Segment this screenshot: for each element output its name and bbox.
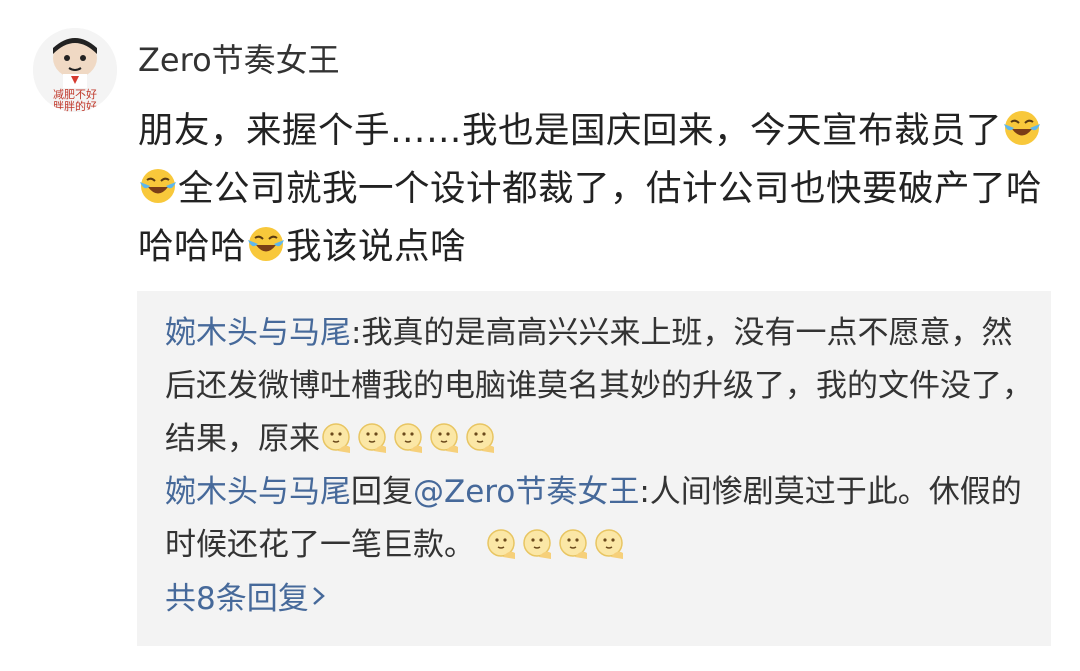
more-replies-link[interactable]: 共8条回复 <box>165 574 329 624</box>
reply-item[interactable]: 婉木头与马尾:我真的是高高兴兴来上班，没有一点不愿意，然后还发微博吐槽我的电脑谁… <box>165 307 1035 466</box>
avatar[interactable]: 减肥不好 胖胖的好 <box>33 28 117 112</box>
reply-mention[interactable]: @Zero节奏女王 <box>413 474 639 510</box>
avatar-text-1: 减肥不好 <box>53 87 97 101</box>
laugh-cry-emoji <box>248 227 285 261</box>
avatar-text-2: 胖胖的好 <box>53 99 97 112</box>
comment-text: 朋友，来握个手……我也是国庆回来，今天宣布裁员了 全公司就我一个设计都裁了，估计… <box>138 102 1043 276</box>
thinking-emoji-group <box>320 421 500 457</box>
thinking-face-emoji <box>523 529 551 559</box>
comment-part-1: 朋友，来握个手……我也是国庆回来，今天宣布裁员了 <box>138 110 1003 151</box>
thinking-face-emoji <box>322 423 350 453</box>
thinking-face-emoji <box>466 423 494 453</box>
reply-author[interactable]: 婉木头与马尾 <box>165 315 351 351</box>
thinking-face-emoji <box>430 423 458 453</box>
thinking-face-emoji <box>358 423 386 453</box>
thinking-face-emoji <box>595 529 623 559</box>
thinking-face-emoji <box>394 423 422 453</box>
thinking-face-emoji <box>487 529 515 559</box>
laugh-cry-emoji <box>1004 111 1041 145</box>
reply-item[interactable]: 婉木头与马尾回复@Zero节奏女王:人间惨剧莫过于此。休假的时候还花了一笔巨款。 <box>165 466 1035 572</box>
reply-word: 回复 <box>351 474 413 510</box>
chevron-right-icon <box>312 587 325 605</box>
avatar-image: 减肥不好 胖胖的好 <box>33 28 117 112</box>
more-replies-label: 共8条回复 <box>165 581 309 617</box>
replies-box[interactable]: 婉木头与马尾:我真的是高高兴兴来上班，没有一点不愿意，然后还发微博吐槽我的电脑谁… <box>137 291 1051 646</box>
reply-author[interactable]: 婉木头与马尾 <box>165 474 351 510</box>
username[interactable]: Zero节奏女王 <box>138 38 340 82</box>
thinking-face-emoji <box>559 529 587 559</box>
comment-part-3: 我该说点啥 <box>286 226 467 267</box>
thinking-emoji-group <box>485 527 629 563</box>
laugh-cry-emoji <box>140 169 176 203</box>
